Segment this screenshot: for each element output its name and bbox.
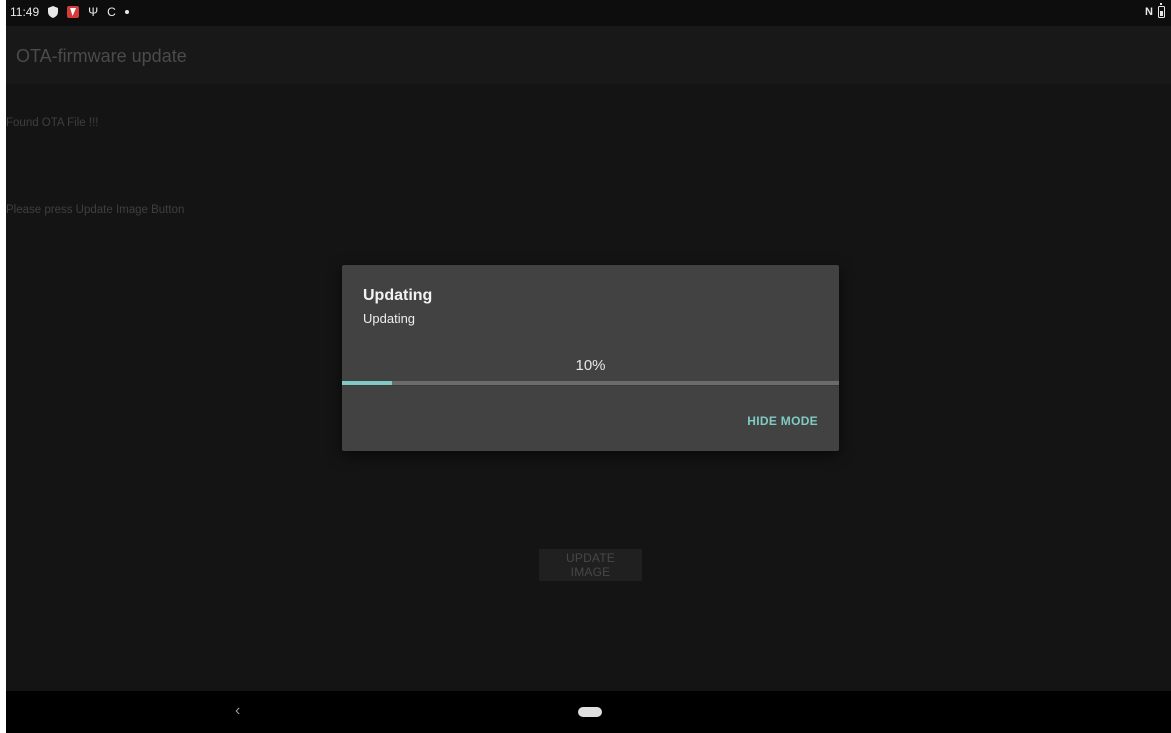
status-bar: 11:49 Ψ C N: [6, 0, 1171, 26]
dot-icon: [124, 10, 129, 14]
dialog-title: Updating: [363, 287, 433, 304]
status-left-group: 11:49 Ψ C: [10, 5, 129, 19]
status-message-instruction: Please press Update Image Button: [6, 204, 185, 216]
dialog-message: Updating: [363, 311, 416, 326]
usb-icon: Ψ: [88, 5, 99, 19]
dialog-divider: [342, 385, 839, 386]
sync-icon: C: [107, 5, 116, 19]
progress-dialog: Updating Updating 10% HIDE MODE: [342, 265, 839, 451]
home-pill-icon[interactable]: [578, 707, 602, 717]
no-sim-icon: [67, 6, 80, 18]
back-icon[interactable]: ‹: [235, 702, 240, 720]
navigation-bar: ‹: [6, 691, 1171, 733]
status-time: 11:49: [10, 5, 40, 19]
app-bar: OTA-firmware update: [6, 26, 1171, 84]
status-message-found: Found OTA File !!!: [6, 117, 99, 129]
status-right-group: N: [1145, 3, 1165, 19]
progress-percent: 10%: [575, 357, 606, 374]
hide-mode-button[interactable]: HIDE MODE: [747, 414, 818, 428]
device-screen: 11:49 Ψ C N OTA-firmware update Found OT…: [6, 0, 1171, 733]
nfc-icon: N: [1145, 6, 1153, 18]
app-title: OTA-firmware update: [16, 46, 187, 66]
battery-icon: [1158, 3, 1165, 18]
update-image-button[interactable]: UPDATE IMAGE: [539, 549, 642, 581]
shield-icon: [48, 6, 59, 18]
